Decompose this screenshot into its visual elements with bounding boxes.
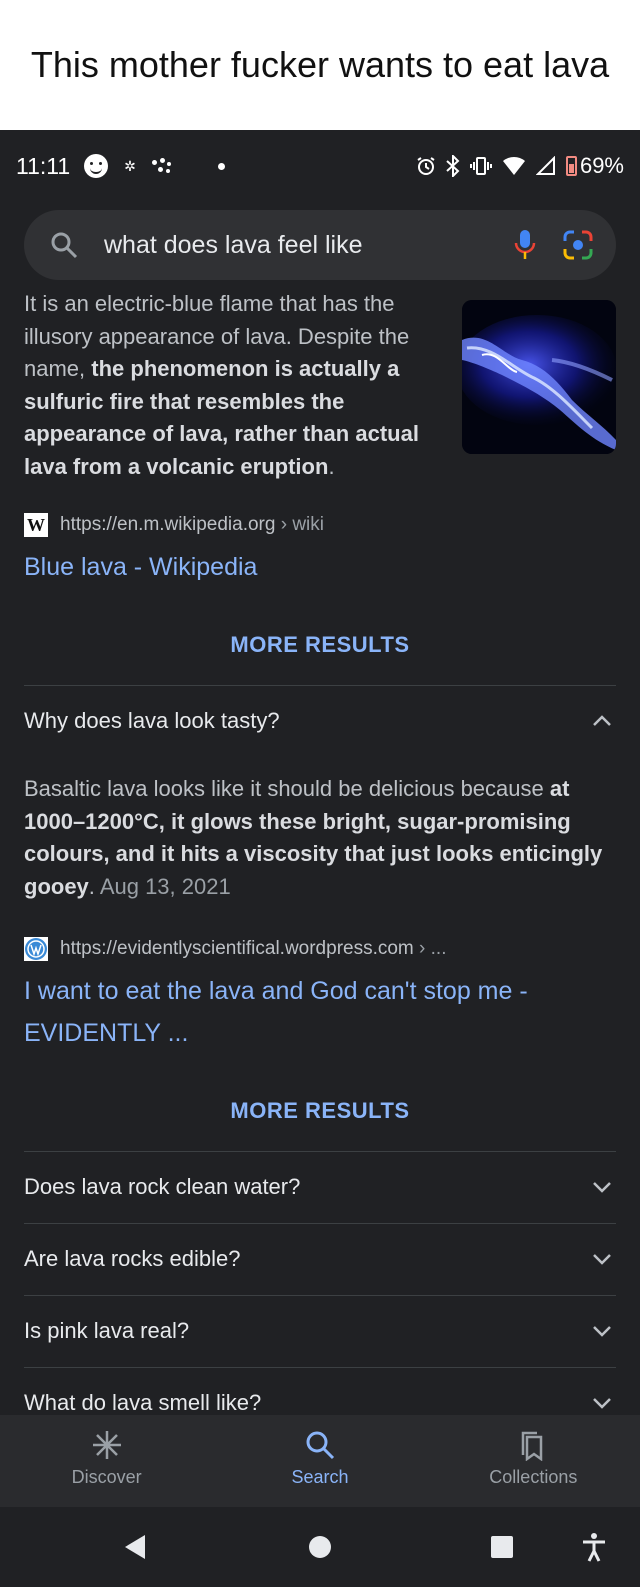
faq-question-text: What do lava smell like? <box>24 1390 262 1415</box>
chevron-down-icon[interactable] <box>592 1325 612 1337</box>
alarm-icon <box>417 157 435 175</box>
accessibility-icon <box>583 1533 605 1562</box>
recents-button[interactable] <box>482 1507 522 1587</box>
phone-screen: 11:11 ✲ 69% It is an electric-blue flame… <box>0 130 640 1587</box>
nav-search[interactable]: Search <box>213 1415 426 1507</box>
back-button[interactable] <box>115 1507 155 1587</box>
system-navigation-bar <box>0 1507 640 1587</box>
wifi-icon <box>502 156 525 175</box>
status-icons: 69% <box>416 153 624 179</box>
home-circle-icon <box>309 1536 331 1558</box>
faq-question-text: Is pink lava real? <box>24 1318 190 1343</box>
more-results-button-2[interactable]: MORE RESULTS <box>0 1098 640 1124</box>
back-triangle-icon <box>125 1535 145 1559</box>
answer-end: . <box>88 873 100 899</box>
battery-percent: 69% <box>579 153 624 178</box>
search-bar[interactable] <box>24 210 616 280</box>
search-icon[interactable] <box>50 231 78 259</box>
smiley-notification-icon <box>84 154 109 178</box>
accessibility-button[interactable] <box>574 1507 614 1587</box>
faq-question[interactable]: Does lava rock clean water? <box>24 1151 616 1223</box>
battery-indicator: 69% <box>565 153 624 179</box>
status-time: 11:11 <box>16 152 71 179</box>
nav-collections-label: Collections <box>489 1467 578 1487</box>
nav-search-label: Search <box>291 1467 349 1487</box>
dots-notification-icon <box>151 156 174 176</box>
google-lens-icon[interactable] <box>562 229 594 261</box>
faq-question-expanded[interactable]: Why does lava look tasty? <box>24 685 616 757</box>
blue-lava-thumbnail[interactable] <box>462 300 616 454</box>
faq-question-text: Does lava rock clean water? <box>24 1174 301 1199</box>
cell-signal-icon <box>535 156 555 175</box>
status-bar: 11:11 ✲ 69% <box>0 130 640 202</box>
result-source[interactable]: W https://en.m.wikipedia.org › wiki <box>24 513 324 537</box>
answer-date: Aug 13, 2021 <box>99 873 231 899</box>
caption-text: This mother fucker wants to eat lava <box>30 44 610 85</box>
asterisk-icon <box>92 1431 121 1459</box>
microphone-icon[interactable] <box>514 229 536 261</box>
nav-discover[interactable]: Discover <box>0 1415 213 1507</box>
more-results-button[interactable]: MORE RESULTS <box>0 632 640 658</box>
wordpress-favicon <box>24 937 48 961</box>
faq-question[interactable]: Are lava rocks edible? <box>24 1223 616 1295</box>
answer-source-domain: https://evidentlyscientifical.wordpress.… <box>60 938 414 959</box>
vibrate-icon <box>469 157 492 175</box>
blue-flame-image <box>462 300 616 454</box>
bottom-navigation: Discover Search Collections <box>0 1415 640 1507</box>
result-title-link[interactable]: Blue lava - Wikipedia <box>24 546 584 588</box>
chevron-up-icon[interactable] <box>592 715 612 727</box>
chevron-down-icon[interactable] <box>592 1253 612 1265</box>
faq-question-text: Are lava rocks edible? <box>24 1246 241 1271</box>
battery-icon <box>565 156 577 176</box>
bluetooth-icon <box>446 155 460 177</box>
result-snippet: It is an electric-blue flame that has th… <box>24 288 424 483</box>
answer-text: Basaltic lava looks like it should be de… <box>24 776 550 801</box>
answer-title-link[interactable]: I want to eat the lava and God can't sto… <box>24 970 584 1054</box>
nav-discover-label: Discover <box>71 1467 142 1487</box>
faq-question-text: Why does lava look tasty? <box>24 708 280 733</box>
nav-collections[interactable]: Collections <box>427 1415 640 1507</box>
search-icon <box>306 1431 335 1460</box>
snippet-end: . <box>328 453 335 479</box>
faq-question[interactable]: Is pink lava real? <box>24 1295 616 1367</box>
source-path: › wiki <box>275 514 325 535</box>
answer-source-path: › ... <box>413 938 447 959</box>
meme-caption: This mother fucker wants to eat lava <box>0 0 640 130</box>
answer-source[interactable]: https://evidentlyscientifical.wordpress.… <box>24 937 447 961</box>
faq-answer: Basaltic lava looks like it should be de… <box>24 773 604 903</box>
answer-source-url: https://evidentlyscientifical.wordpress.… <box>60 938 447 960</box>
chevron-down-icon[interactable] <box>592 1397 612 1409</box>
home-button[interactable] <box>300 1507 340 1587</box>
search-input[interactable] <box>104 230 504 260</box>
source-url: https://en.m.wikipedia.org › wiki <box>60 514 324 536</box>
sparkle-notification-icon: ✲ <box>124 157 136 174</box>
chevron-down-icon[interactable] <box>592 1181 612 1193</box>
recents-square-icon <box>491 1536 513 1558</box>
source-domain: https://en.m.wikipedia.org <box>60 514 276 535</box>
more-notifications-icon <box>217 162 225 170</box>
wikipedia-favicon: W <box>24 513 48 537</box>
collections-icon <box>522 1431 543 1461</box>
